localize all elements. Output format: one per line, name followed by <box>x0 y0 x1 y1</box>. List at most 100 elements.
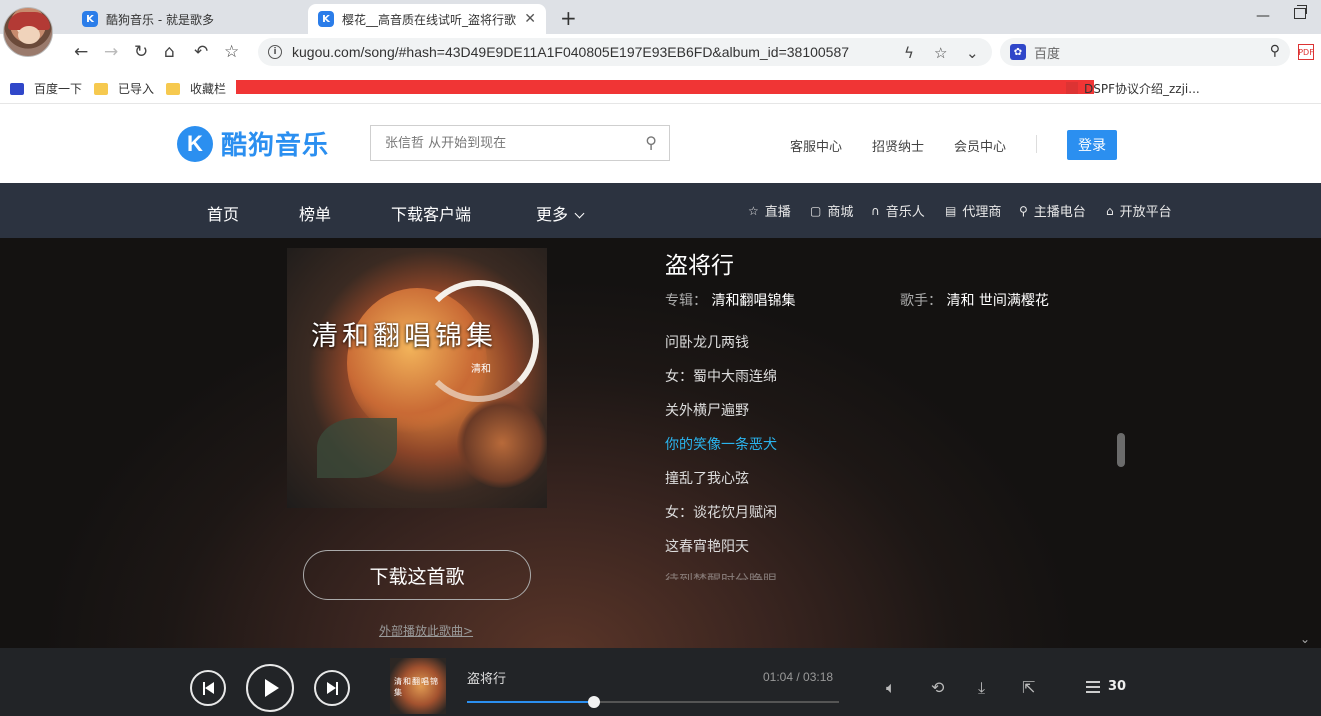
nav-live[interactable]: ☆ 直播 <box>748 201 791 221</box>
progress-knob[interactable] <box>587 696 600 708</box>
bookmark-imported[interactable]: 已导入 <box>94 80 154 97</box>
minimize-window-icon[interactable]: — <box>1256 8 1270 24</box>
link-customer-service[interactable]: 客服中心 <box>790 136 842 155</box>
reload-icon[interactable]: ↻ <box>134 42 148 62</box>
current-time: 01:04 <box>763 670 794 684</box>
nav-open-platform[interactable]: ⌂ 开放平台 <box>1106 201 1172 221</box>
nav-charts[interactable]: 榜单 <box>299 201 331 225</box>
play-button[interactable] <box>246 664 294 712</box>
player-song-title: 盗将行 <box>467 672 507 687</box>
baidu-paw-icon: ✿ <box>1010 44 1026 60</box>
nav-sub-label: 商城 <box>827 205 854 220</box>
playlist-icon <box>1086 680 1100 693</box>
nav-more[interactable]: 更多 <box>536 201 585 225</box>
lyric-line: 女：蜀中大雨连绵 <box>665 369 777 385</box>
song-title: 盗将行 <box>665 253 734 279</box>
login-button[interactable]: 登录 <box>1067 130 1117 160</box>
restore-window-icon[interactable] <box>1294 5 1307 19</box>
lyric-line: 撞乱了我心弦 <box>665 471 749 487</box>
share-icon[interactable]: ⇱ <box>1022 678 1035 697</box>
bookmark-dspf[interactable]: DSPF协议介绍_zzji... <box>1066 80 1200 97</box>
user-avatar[interactable] <box>3 7 53 57</box>
chevron-down-icon[interactable]: ⌄ <box>1296 632 1314 646</box>
lightning-icon[interactable]: ϟ <box>904 44 914 62</box>
nav-agent[interactable]: ▤ 代理商 <box>945 201 1001 221</box>
cover-title: 清和翻唱锦集 <box>311 321 497 352</box>
star-icon: ☆ <box>748 203 759 218</box>
volume-icon[interactable]: 🔈︎ <box>886 678 896 698</box>
home-icon[interactable]: ⌂ <box>164 42 175 62</box>
forward-icon[interactable]: → <box>104 42 118 62</box>
search-icon[interactable]: ⚲ <box>645 133 657 152</box>
site-info-icon[interactable]: i <box>268 45 282 59</box>
baidu-paw-icon <box>10 82 24 95</box>
bookmark-label: 百度一下 <box>34 82 83 96</box>
undo-close-icon[interactable]: ↶ <box>194 42 208 62</box>
redaction-bar <box>236 80 1094 94</box>
bookmark-baidu[interactable]: 百度一下 <box>10 80 82 97</box>
repeat-icon[interactable]: ⟲ <box>931 678 944 697</box>
browser-tab-strip: K 酷狗音乐 - 就是歌多 K 樱花__高音质在线试听_盗将行歌 ✕ + — <box>0 0 1321 34</box>
kugou-logo[interactable]: K 酷狗音乐 <box>177 125 329 162</box>
lyric-line: 女：谈花饮月赋闲 <box>665 505 777 521</box>
lyrics-scrollbar[interactable] <box>1117 433 1125 467</box>
album-info: 专辑： 清和翻唱锦集 <box>665 290 795 310</box>
next-track-button[interactable] <box>314 670 350 706</box>
pdf-icon <box>1066 82 1078 94</box>
kugou-logo-icon: K <box>177 125 213 162</box>
url-text[interactable]: kugou.com/song/#hash=43D49E9DE11A1F04080… <box>292 44 849 60</box>
kugou-favicon-icon: K <box>318 11 334 27</box>
nav-sub-label: 开放平台 <box>1119 205 1172 220</box>
folder-icon <box>166 82 180 95</box>
bookmark-label: DSPF协议介绍_zzji... <box>1084 82 1200 96</box>
chevron-down-icon[interactable]: ⌄ <box>966 44 979 62</box>
nav-radio[interactable]: ⚲ 主播电台 <box>1019 201 1086 221</box>
chevron-down-icon <box>574 208 585 219</box>
singer-name[interactable]: 清和 世间满樱花 <box>946 293 1048 309</box>
address-bar[interactable]: i kugou.com/song/#hash=43D49E9DE11A1F040… <box>258 38 992 66</box>
browser-tab-song[interactable]: K 樱花__高音质在线试听_盗将行歌 ✕ <box>308 4 546 34</box>
previous-track-button[interactable] <box>190 670 226 706</box>
song-stage: 清和翻唱锦集 清和 下载这首歌 外部播放此歌曲> 盗将行 专辑： 清和翻唱锦集 … <box>0 238 1321 648</box>
nav-download-client[interactable]: 下载客户端 <box>391 201 471 225</box>
logo-text: 酷狗音乐 <box>221 131 330 161</box>
download-song-button[interactable]: 下载这首歌 <box>303 550 531 600</box>
new-tab-button[interactable]: + <box>560 6 577 30</box>
playlist-count: 30 <box>1108 679 1127 694</box>
playlist-button[interactable]: 30 <box>1086 679 1126 694</box>
nav-sub-label: 直播 <box>764 205 791 220</box>
nav-sub-label: 音乐人 <box>885 205 925 220</box>
lyrics-panel[interactable]: 问卧龙几两钱 女：蜀中大雨连绵 关外横尸遍野 你的笑像一条恶犬 撞乱了我心弦 女：谈花饮月… <box>665 332 1085 580</box>
browser-search-box[interactable]: ✿ 百度 ⚲ <box>1000 38 1290 66</box>
search-icon[interactable]: ⚲ <box>1270 43 1280 59</box>
link-careers[interactable]: 招贤纳士 <box>872 136 924 155</box>
back-icon[interactable]: ← <box>74 42 88 62</box>
pdf-extension-icon[interactable]: PDF <box>1298 44 1314 60</box>
mini-cover-text: 清和翻唱锦集 <box>394 677 439 697</box>
nav-home[interactable]: 首页 <box>207 201 239 225</box>
browser-tab-kugou-home[interactable]: K 酷狗音乐 - 就是歌多 <box>72 4 308 34</box>
external-play-link[interactable]: 外部播放此歌曲> <box>379 622 473 639</box>
close-tab-icon[interactable]: ✕ <box>524 11 536 27</box>
singer-info: 歌手： 清和 世间满樱花 <box>900 290 1049 310</box>
nav-shop[interactable]: ▢ 商城 <box>810 201 854 221</box>
site-search-input[interactable] <box>385 135 625 151</box>
link-member-center[interactable]: 会员中心 <box>954 136 1006 155</box>
progress-bar[interactable] <box>467 696 839 708</box>
download-icon[interactable]: ⤓ <box>978 678 985 698</box>
bookmark-favorites[interactable]: 收藏栏 <box>166 80 226 97</box>
favorite-star-icon[interactable]: ☆ <box>934 44 947 62</box>
lyric-line-active: 你的笑像一条恶犬 <box>665 437 777 453</box>
tab-title: 酷狗音乐 - 就是歌多 <box>106 12 214 27</box>
nav-musician[interactable]: ∩ 音乐人 <box>871 201 925 221</box>
bookmark-star-icon[interactable]: ☆ <box>224 42 239 62</box>
avatar-face-shape <box>18 26 40 44</box>
album-name[interactable]: 清和翻唱锦集 <box>711 293 795 309</box>
browser-search-placeholder: 百度 <box>1034 46 1061 62</box>
site-nav: 首页 榜单 下载客户端 更多 ☆ 直播 ▢ 商城 ∩ 音乐人 ▤ 代理商 ⚲ 主播电台 ⌂… <box>0 183 1321 238</box>
player-cover[interactable]: 清和翻唱锦集 <box>390 658 446 714</box>
progress-fill <box>467 701 594 703</box>
mic-icon: ⚲ <box>1019 203 1028 218</box>
header-divider <box>1036 135 1037 153</box>
headphones-icon: ∩ <box>871 203 880 218</box>
